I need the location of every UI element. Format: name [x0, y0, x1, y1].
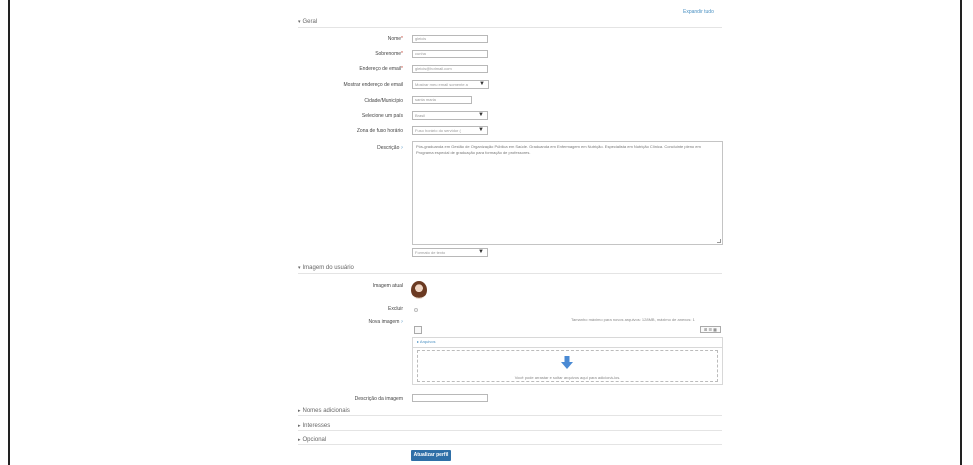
email-input[interactable]: gleicis@hotmail.com [412, 65, 488, 73]
section-interesses[interactable]: ▸ Interesses [298, 423, 330, 429]
sobrenome-input[interactable]: cunha [412, 50, 488, 58]
section-imagem-title: Imagem do usuário [302, 265, 354, 271]
section-imagem[interactable]: ▾ Imagem do usuário [298, 265, 354, 271]
fuso-label: Zona de fuso horário [356, 128, 403, 134]
section-geral[interactable]: ▾ Geral [298, 19, 317, 25]
descricao-imagem-input[interactable] [412, 394, 488, 402]
pais-value: Brasil [415, 113, 426, 118]
descricao-imagem-label: Descrição da imagem [354, 396, 403, 402]
chevron-right-icon: ▸ [298, 423, 301, 429]
triangle-down-icon: ▼ [478, 112, 484, 118]
chevron-right-icon: ▸ [298, 408, 301, 414]
section-divider [298, 273, 722, 274]
max-size-note: Tamanho máximo para novos arquivos: 128M… [571, 317, 695, 322]
triangle-down-icon: ▼ [478, 249, 484, 255]
dropzone-text: Você pode arrastar e soltar arquivos aqu… [514, 375, 621, 380]
nome-label: Nome* [387, 36, 403, 42]
section-divider [298, 444, 722, 445]
resize-handle-icon[interactable] [717, 239, 721, 243]
required-icon: * [401, 36, 403, 42]
fuso-select[interactable]: Fuso horário do servidor ( ▼ [412, 126, 488, 135]
section-nomes[interactable]: ▸ Nomes adicionais [298, 408, 350, 414]
section-divider [298, 27, 722, 28]
folder-icon: ▸ [417, 339, 420, 344]
cidade-label: Cidade/Município [364, 98, 403, 104]
section-opcional[interactable]: ▸ Opcional [298, 437, 326, 443]
chevron-right-icon: ▸ [298, 437, 301, 443]
arrow-down-icon [561, 356, 573, 369]
mostrar-email-value: Mostrar meu email somente a [415, 82, 468, 87]
cidade-input[interactable]: santa maria [412, 96, 472, 104]
sobrenome-label: Sobrenome* [375, 51, 403, 57]
question-circle-icon[interactable]: ? [401, 145, 403, 150]
section-divider [298, 430, 722, 431]
section-opcional-title: Opcional [302, 437, 327, 443]
nova-imagem-label: Nova imagem ? [368, 319, 403, 325]
section-interesses-title: Interesses [302, 423, 331, 429]
excluir-checkbox[interactable] [414, 308, 418, 312]
required-icon: * [401, 51, 403, 57]
chevron-down-icon: ▾ [298, 265, 301, 271]
update-profile-button[interactable]: Atualizar perfil [411, 450, 451, 461]
mostrar-email-label: Mostrar endereço de email [343, 82, 403, 88]
view-toggle-icons[interactable]: ⊞ ☰ ▦ [700, 326, 721, 333]
excluir-label: Excluir [387, 306, 403, 312]
imagem-atual-label: Imagem atual [372, 283, 403, 289]
file-path-bar: ▸ Arquivos [412, 337, 723, 347]
triangle-down-icon: ▼ [478, 127, 484, 133]
descricao-label: Descrição ? [377, 145, 403, 151]
section-divider [298, 415, 722, 416]
pais-label: Selecione um país [361, 113, 403, 119]
mostrar-email-select[interactable]: Mostrar meu email somente a ▼ [412, 80, 489, 89]
avatar [411, 281, 427, 299]
required-icon: * [401, 66, 403, 72]
fuso-value: Fuso horário do servidor ( [415, 128, 461, 133]
nome-input[interactable]: gleicis [412, 35, 488, 43]
file-path-label[interactable]: Arquivos [420, 339, 436, 344]
descricao-text: Pós-graduanda em Gestão de Organização P… [416, 144, 701, 155]
section-geral-title: Geral [302, 19, 318, 25]
chevron-down-icon: ▾ [298, 19, 301, 25]
section-nomes-title: Nomes adicionais [302, 408, 350, 414]
expand-all-link[interactable]: Expandir tudo [683, 9, 714, 15]
triangle-down-icon: ▼ [479, 81, 485, 87]
descricao-textarea[interactable]: Pós-graduanda em Gestão de Organização P… [412, 141, 723, 245]
format-value: Formato de texto [415, 250, 446, 255]
pais-select[interactable]: Brasil ▼ [412, 111, 488, 120]
format-select[interactable]: Formato de texto ▼ [412, 248, 488, 257]
email-label: Endereço de email* [359, 66, 403, 72]
add-file-button[interactable] [414, 326, 422, 334]
question-circle-icon[interactable]: ? [401, 319, 403, 324]
